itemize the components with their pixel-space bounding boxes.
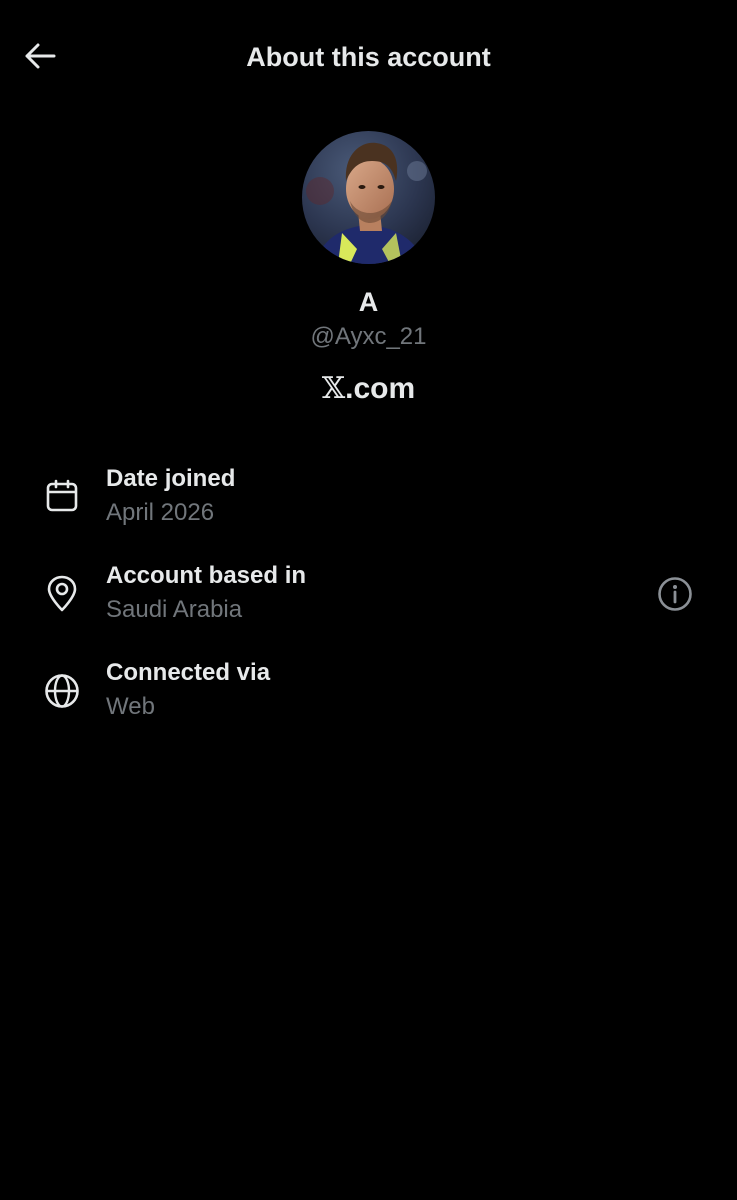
- display-name: A: [358, 287, 379, 317]
- date-joined-row: Date joined April 2026: [0, 464, 737, 544]
- account-based-in-value: Saudi Arabia: [106, 596, 243, 623]
- username-handle: @Ayxc_21: [310, 323, 427, 350]
- info-button[interactable]: [652, 571, 698, 617]
- page-title: About this account: [246, 42, 491, 72]
- connected-via-value: Web: [106, 693, 155, 720]
- avatar[interactable]: [302, 131, 435, 264]
- account-based-in-row: Account based in Saudi Arabia: [0, 561, 737, 641]
- date-joined-value: April 2026: [106, 499, 215, 526]
- calendar-icon: [40, 474, 84, 518]
- connected-via-row: Connected via Web: [0, 658, 737, 738]
- profile-photo: [302, 131, 435, 264]
- x-logo-icon: 𝕏: [321, 371, 346, 406]
- location-pin-icon: [40, 572, 84, 616]
- globe-icon: [40, 669, 84, 713]
- top-bar: About this account: [0, 0, 737, 112]
- date-joined-label: Date joined: [106, 465, 236, 492]
- account-based-in-label: Account based in: [106, 562, 307, 589]
- platform-suffix: .com: [345, 372, 416, 405]
- platform-label: 𝕏.com: [0, 371, 737, 407]
- info-icon: [658, 577, 692, 611]
- connected-via-label: Connected via: [106, 659, 271, 686]
